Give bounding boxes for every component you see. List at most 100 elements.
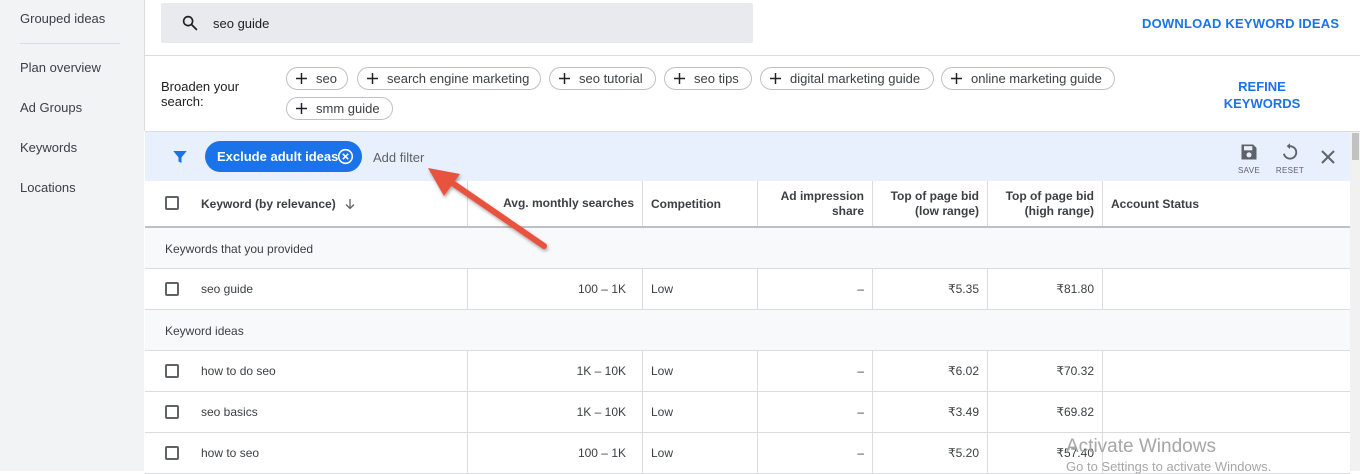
broaden-chip-seo-tutorial[interactable]: seo tutorial [549, 67, 656, 90]
group-header-ideas: Keyword ideas [145, 310, 1350, 351]
windows-activation-watermark: Activate Windows [1066, 436, 1216, 457]
panel-border [144, 0, 145, 131]
broaden-chip-seo-tips[interactable]: seo tips [664, 67, 752, 90]
searches-cell: 100 – 1K [577, 282, 626, 296]
row-checkbox[interactable] [165, 364, 179, 378]
sidebar-divider [20, 43, 120, 44]
broaden-chip-digital-marketing-guide[interactable]: digital marketing guide [760, 67, 934, 90]
broaden-chip-search-engine-marketing[interactable]: search engine marketing [357, 67, 541, 90]
column-divider [1102, 351, 1103, 391]
account-status-cell [1111, 269, 1311, 309]
row-checkbox[interactable] [165, 405, 179, 419]
scrollbar-thumb[interactable] [1352, 133, 1359, 160]
search-input[interactable] [213, 3, 733, 43]
column-header-avg-monthly-searches[interactable]: Avg. monthly searches [468, 181, 642, 226]
sidebar-item-plan-overview[interactable]: Plan overview [20, 60, 101, 75]
keyword-cell: how to do seo [201, 364, 276, 378]
keyword-cell: seo basics [201, 405, 258, 419]
plus-icon [770, 73, 781, 84]
header-line: Top of page bid [1005, 188, 1094, 203]
group-label: Keywords that you provided [165, 242, 314, 256]
header-line: (low range) [914, 203, 979, 218]
save-label: SAVE [1238, 166, 1260, 175]
chip-label: online marketing guide [971, 71, 1102, 86]
header-line: Top of page bid [890, 188, 979, 203]
competition-cell: Low [651, 446, 674, 460]
header-line: share [831, 203, 864, 218]
refine-label-line1: REFINE [1238, 79, 1286, 94]
header-line: Ad impression [780, 188, 864, 203]
bid-low-cell: ₹3.49 [948, 405, 979, 419]
column-header-bid-low[interactable]: Top of page bid (low range) [873, 181, 987, 226]
close-circle-icon[interactable] [337, 148, 354, 165]
row-checkbox[interactable] [165, 282, 179, 296]
searches-cell: 100 – 1K [577, 446, 626, 460]
column-header-bid-high[interactable]: Top of page bid (high range) [988, 181, 1102, 226]
chip-label: seo tutorial [579, 71, 643, 86]
add-filter-input[interactable]: Add filter [373, 150, 424, 165]
save-icon [1241, 144, 1257, 160]
filter-icon[interactable] [171, 148, 189, 166]
plus-icon [367, 73, 378, 84]
group-header-provided: Keywords that you provided [145, 228, 1350, 269]
sidebar-item-keywords[interactable]: Keywords [20, 140, 77, 155]
arrow-down-icon [345, 198, 355, 209]
refine-keywords-button[interactable]: REFINE KEYWORDS [1216, 78, 1308, 112]
impression-share-cell: – [857, 446, 864, 460]
column-divider [642, 392, 643, 432]
sidebar-item-locations[interactable]: Locations [20, 180, 76, 195]
plus-icon [296, 103, 307, 114]
reset-button[interactable]: RESET [1275, 142, 1305, 175]
account-status-cell [1111, 351, 1311, 391]
competition-cell: Low [651, 364, 674, 378]
impression-share-cell: – [857, 405, 864, 419]
row-checkbox[interactable] [165, 446, 179, 460]
column-header-account-status[interactable]: Account Status [1111, 181, 1311, 226]
impression-share-cell: – [857, 282, 864, 296]
bid-high-cell: ₹69.82 [1056, 405, 1094, 419]
column-header-label: Keyword (by relevance) [201, 196, 336, 211]
plus-icon [296, 73, 307, 84]
column-divider [1102, 181, 1103, 226]
table-row[interactable]: seo basics 1K – 10K Low – ₹3.49 ₹69.82 [145, 392, 1350, 433]
competition-cell: Low [651, 405, 674, 419]
chip-label: digital marketing guide [790, 71, 921, 86]
search-box[interactable] [161, 3, 753, 43]
broaden-chip-online-marketing-guide[interactable]: online marketing guide [941, 67, 1115, 90]
column-header-competition[interactable]: Competition [651, 181, 751, 226]
chip-label: seo tips [694, 71, 739, 86]
download-keyword-ideas-link[interactable]: DOWNLOAD KEYWORD IDEAS [1142, 16, 1339, 31]
header-line: (high range) [1024, 203, 1094, 218]
searches-cell: 1K – 10K [576, 405, 626, 419]
searches-cell: 1K – 10K [576, 364, 626, 378]
close-icon[interactable] [1320, 149, 1336, 165]
table-header: Keyword (by relevance) Avg. monthly sear… [145, 181, 1350, 228]
competition-cell: Low [651, 282, 674, 296]
column-divider [1102, 269, 1103, 309]
save-button[interactable]: SAVE [1237, 142, 1261, 175]
sidebar-item-grouped-ideas[interactable]: Grouped ideas [20, 11, 105, 26]
bid-low-cell: ₹5.35 [948, 282, 979, 296]
reset-icon [1283, 143, 1298, 160]
scrollbar-track[interactable] [1350, 132, 1360, 471]
group-label: Keyword ideas [165, 324, 244, 338]
windows-activation-watermark-sub: Go to Settings to activate Windows. [1066, 459, 1272, 474]
table-row[interactable]: seo guide 100 – 1K Low – ₹5.35 ₹81.80 [145, 269, 1350, 310]
sidebar: Grouped ideas Plan overview Ad Groups Ke… [0, 0, 144, 471]
keyword-cell: how to seo [201, 446, 260, 460]
table-row[interactable]: how to do seo 1K – 10K Low – ₹6.02 ₹70.3… [145, 351, 1350, 392]
sidebar-item-ad-groups[interactable]: Ad Groups [20, 100, 82, 115]
column-header-ad-impression-share[interactable]: Ad impression share [758, 181, 872, 226]
select-all-checkbox[interactable] [165, 196, 179, 210]
account-status-cell [1111, 392, 1311, 432]
chip-label: search engine marketing [387, 71, 530, 86]
keyword-cell: seo guide [201, 282, 254, 296]
chip-label: smm guide [316, 101, 380, 116]
filter-chip-exclude-adult-ideas[interactable]: Exclude adult ideas [205, 141, 362, 172]
column-header-keyword[interactable]: Keyword (by relevance) [201, 181, 461, 226]
plus-icon [951, 73, 962, 84]
bid-low-cell: ₹6.02 [948, 364, 979, 378]
broaden-chip-seo[interactable]: seo [286, 67, 348, 90]
divider [145, 55, 1360, 56]
broaden-chip-smm-guide[interactable]: smm guide [286, 97, 393, 120]
